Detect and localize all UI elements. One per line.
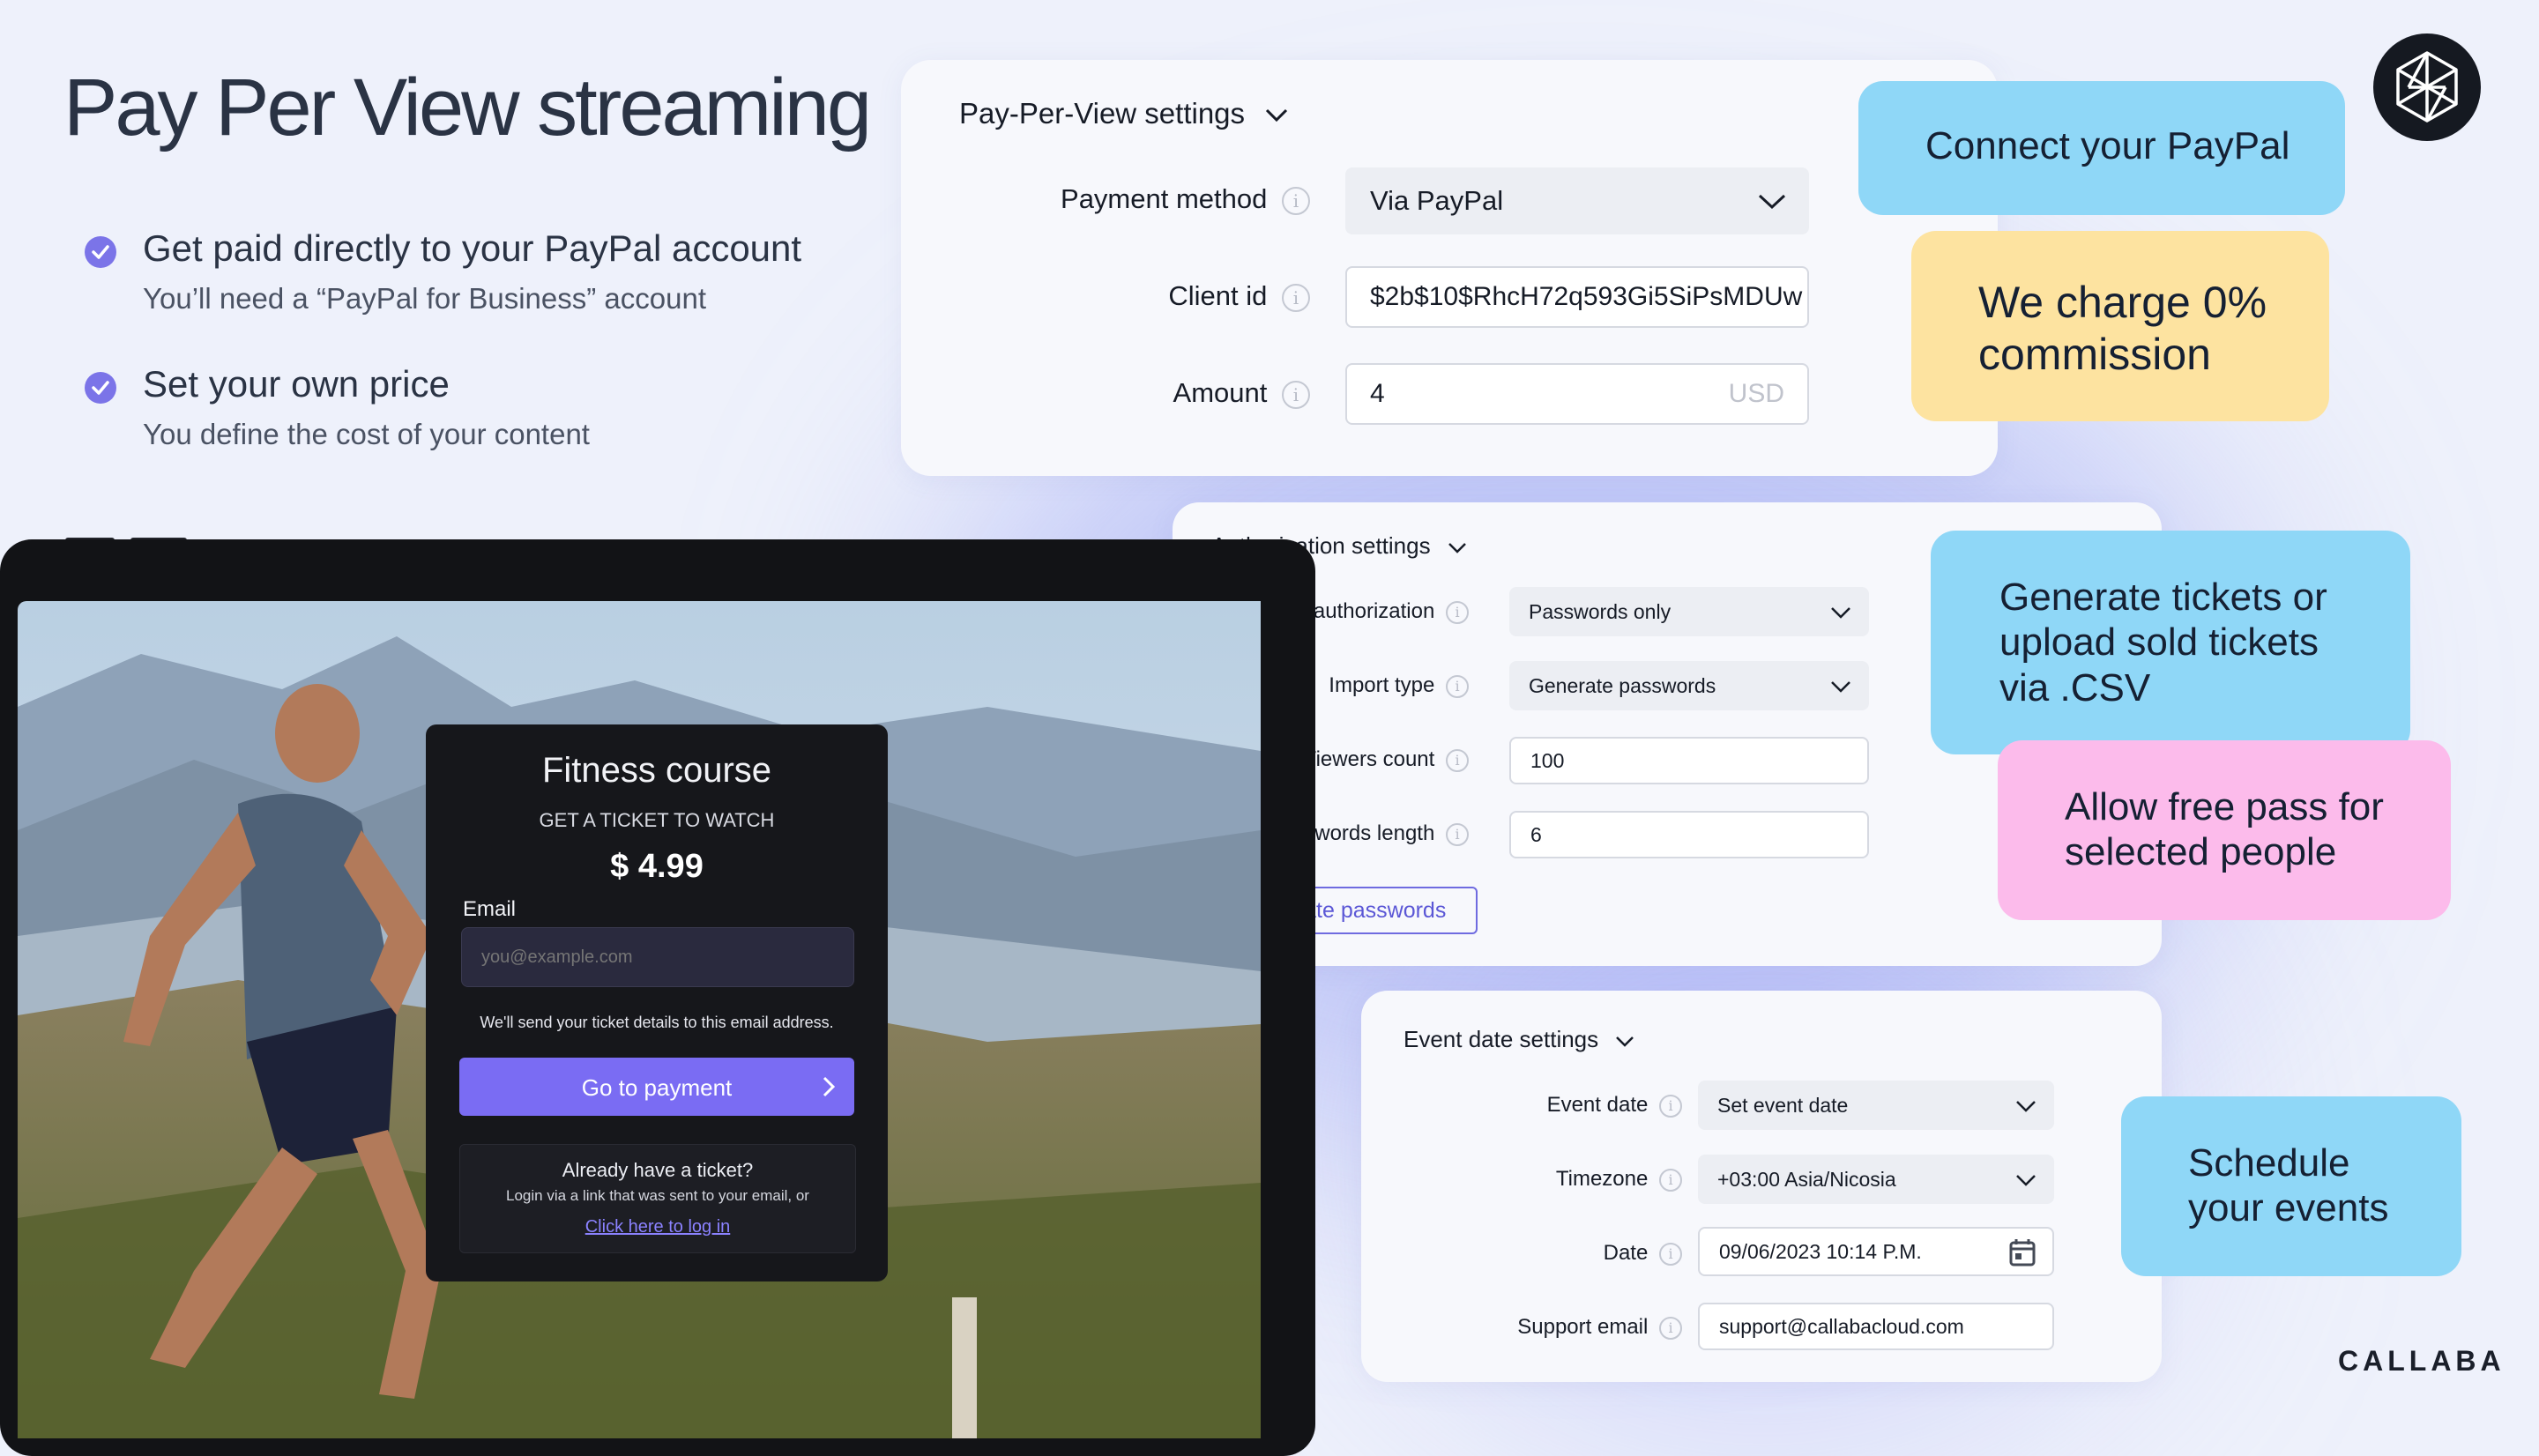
- amount-input[interactable]: 4 USD: [1345, 363, 1809, 425]
- login-link[interactable]: Click here to log in: [460, 1217, 855, 1237]
- brand-name: CALLABA: [2338, 1345, 2505, 1377]
- event-date-settings-title[interactable]: Event date settings: [1404, 1026, 1634, 1053]
- callout-generate-tickets: Generate tickets or upload sold tickets …: [1931, 531, 2410, 754]
- chevron-down-icon: [2016, 1101, 2036, 1112]
- client-id-input[interactable]: $2b$10$RhcH72q593Gi5SiPsMDUw: [1345, 266, 1809, 328]
- go-to-payment-button[interactable]: Go to payment: [459, 1058, 854, 1116]
- callout-connect-paypal: Connect your PayPal: [1858, 81, 2345, 215]
- date-input[interactable]: 09/06/2023 10:14 P.M.: [1698, 1227, 2054, 1276]
- calendar-icon[interactable]: [2008, 1237, 2036, 1267]
- timezone-label: Timezone i: [1556, 1167, 1682, 1192]
- login-hint: Login via a link that was sent to your e…: [506, 1187, 809, 1204]
- ppv-settings-panel: Pay-Per-View settings Payment method i V…: [901, 60, 1998, 476]
- support-email-input[interactable]: support@callabacloud.com: [1698, 1303, 2054, 1350]
- ticket-card-title: Fitness course: [541, 751, 772, 790]
- email-note: We'll send your ticket details to this e…: [480, 1014, 834, 1031]
- bullet-subtext: You’ll need a “PayPal for Business” acco…: [143, 282, 706, 315]
- info-icon[interactable]: i: [1282, 283, 1310, 312]
- use-authorization-select[interactable]: Passwords only: [1509, 587, 1869, 636]
- go-to-payment-label: Go to payment: [581, 1074, 733, 1101]
- chevron-down-icon: [1448, 542, 1466, 553]
- callout-schedule: Schedule your events: [2121, 1096, 2461, 1276]
- info-icon[interactable]: i: [1446, 674, 1469, 698]
- chevron-down-icon: [1266, 109, 1288, 123]
- viewers-count-label: Viewers count i: [1302, 747, 1469, 772]
- callout-free-pass: Allow free pass for selected people: [1998, 740, 2451, 920]
- info-icon[interactable]: i: [1446, 600, 1469, 624]
- chevron-down-icon: [1831, 681, 1850, 693]
- event-date-select[interactable]: Set event date: [1698, 1081, 2054, 1130]
- payment-method-select[interactable]: Via PayPal: [1345, 167, 1809, 234]
- login-box: Already have a ticket? Login via a link …: [459, 1144, 856, 1253]
- have-ticket-text: Already have a ticket?: [562, 1159, 754, 1181]
- ticket-price: $ 4.99: [610, 848, 704, 885]
- email-input[interactable]: [461, 927, 854, 987]
- page-title: Pay Per View streaming: [63, 63, 872, 152]
- client-id-label: Client id i: [1168, 280, 1310, 312]
- import-type-label: Import type i: [1329, 673, 1469, 698]
- info-icon[interactable]: i: [1659, 1316, 1682, 1340]
- bullet-heading: Get paid directly to your PayPal account: [143, 227, 802, 269]
- section-title: Pay-Per-View settings: [959, 97, 1246, 130]
- bullet-subtext: You define the cost of your content: [143, 418, 590, 450]
- info-icon[interactable]: i: [1659, 1168, 1682, 1192]
- viewers-count-input[interactable]: 100: [1509, 737, 1869, 784]
- bullet-heading: Set your own price: [143, 363, 450, 405]
- info-icon[interactable]: i: [1659, 1094, 1682, 1118]
- passwords-length-input[interactable]: 6: [1509, 811, 1869, 858]
- email-label: Email: [463, 897, 517, 921]
- info-icon[interactable]: i: [1282, 380, 1310, 409]
- check-circle-icon: [85, 236, 116, 268]
- import-type-select[interactable]: Generate passwords: [1509, 661, 1869, 710]
- chevron-right-icon: [823, 1076, 835, 1097]
- chevron-down-icon: [1616, 1036, 1634, 1047]
- info-icon[interactable]: i: [1282, 186, 1310, 215]
- ticket-card: Fitness course GET A TICKET TO WATCH $ 4…: [426, 724, 888, 1281]
- event-date-settings-panel: Event date settings Event date i Set eve…: [1361, 991, 2162, 1382]
- currency-label: USD: [1728, 379, 1784, 408]
- section-title: Event date settings: [1404, 1026, 1599, 1052]
- amount-value: 4: [1370, 379, 1385, 408]
- date-value: 09/06/2023 10:14 P.M.: [1719, 1240, 1922, 1263]
- info-icon[interactable]: i: [1446, 822, 1469, 846]
- timezone-select[interactable]: +03:00 Asia/Nicosia: [1698, 1155, 2054, 1204]
- date-label: Date i: [1604, 1241, 1682, 1266]
- ppv-settings-title[interactable]: Pay-Per-View settings: [959, 97, 1288, 130]
- ticket-card-subtitle: GET A TICKET TO WATCH: [539, 809, 775, 831]
- info-icon[interactable]: i: [1659, 1242, 1682, 1266]
- amount-label: Amount i: [1173, 377, 1310, 409]
- chevron-down-icon: [2016, 1175, 2036, 1186]
- chevron-down-icon: [1831, 607, 1850, 619]
- support-email-label: Support email i: [1517, 1315, 1682, 1340]
- chevron-down-icon: [1758, 194, 1786, 210]
- logo-icon: [2373, 33, 2481, 141]
- payment-method-label: Payment method i: [1061, 183, 1310, 215]
- info-icon[interactable]: i: [1446, 748, 1469, 772]
- event-date-label: Event date i: [1547, 1093, 1682, 1118]
- callout-commission: We charge 0% commission: [1911, 231, 2329, 421]
- check-circle-icon: [85, 372, 116, 404]
